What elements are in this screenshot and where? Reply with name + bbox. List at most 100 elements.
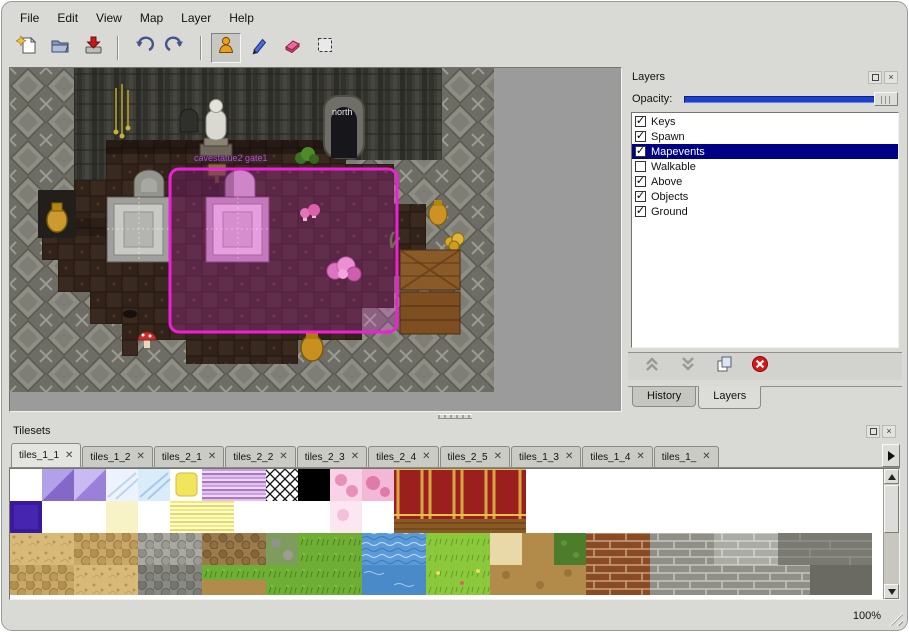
open-file-button[interactable] — [45, 33, 75, 63]
save-file-button[interactable] — [78, 33, 108, 63]
close-tab-icon[interactable]: ✕ — [136, 453, 144, 461]
undo-arrow-icon — [132, 34, 154, 61]
new-file-button[interactable] — [12, 33, 42, 63]
tileset-tab-label: tiles_2_1 — [162, 452, 202, 463]
layer-visibility-checkbox[interactable] — [635, 191, 646, 202]
menu-edit[interactable]: Edit — [49, 9, 86, 28]
opacity-slider-handle[interactable] — [874, 92, 898, 106]
layer-visibility-checkbox[interactable] — [635, 131, 646, 142]
tileset-tab[interactable]: tiles_1_1 ✕ — [11, 443, 81, 468]
tab-layers[interactable]: Layers — [698, 386, 761, 409]
close-tab-icon[interactable]: ✕ — [422, 453, 430, 461]
scrollbar-handle[interactable] — [884, 485, 899, 533]
layer-visibility-checkbox[interactable] — [635, 206, 646, 217]
select-tool-button[interactable] — [310, 33, 340, 63]
layer-row-objects[interactable]: Objects — [632, 189, 898, 204]
delete-layer-icon — [751, 355, 769, 378]
brush-tool-button[interactable] — [244, 33, 274, 63]
undo-button[interactable] — [128, 33, 158, 63]
menu-view[interactable]: View — [88, 9, 130, 28]
float-icon — [872, 74, 879, 81]
close-tab-icon[interactable]: ✕ — [351, 453, 359, 461]
npc-tool-button[interactable] — [211, 33, 241, 63]
layers-panel-titlebar: Layers × — [628, 68, 902, 86]
redo-button[interactable] — [161, 33, 191, 63]
layers-panel-title: Layers — [632, 71, 665, 83]
opacity-slider[interactable] — [684, 92, 898, 106]
tileset-canvas[interactable] — [10, 469, 872, 597]
arrow-down-icon — [888, 589, 896, 595]
layer-visibility-checkbox[interactable] — [635, 146, 646, 157]
layer-row-keys[interactable]: Keys — [632, 114, 898, 129]
map-canvas[interactable]: north cavestatue2 gate1 — [10, 68, 621, 411]
float-panel-button[interactable] — [868, 71, 882, 84]
save-icon — [82, 34, 104, 61]
arrow-up-icon — [888, 474, 896, 480]
horizontal-splitter[interactable] — [9, 412, 900, 421]
arrow-right-icon — [888, 451, 895, 461]
close-tab-icon[interactable]: ✕ — [636, 453, 644, 461]
toolbar-separator — [200, 36, 202, 60]
app-window: File Edit View Map Layer Help — [1, 1, 908, 631]
layer-row-ground[interactable]: Ground — [632, 204, 898, 219]
map-viewport[interactable]: north cavestatue2 gate1 — [9, 67, 622, 412]
layer-visibility-checkbox[interactable] — [635, 176, 646, 187]
eraser-tool-button[interactable] — [277, 33, 307, 63]
menu-layer[interactable]: Layer — [173, 9, 219, 28]
raise-layer-icon — [643, 355, 661, 378]
tileset-tab[interactable]: tiles_2_3 ✕ — [297, 446, 367, 467]
layer-row-mapevents[interactable]: Mapevents — [632, 144, 898, 159]
menu-help[interactable]: Help — [221, 9, 262, 28]
tileset-tab[interactable]: tiles_2_4 ✕ — [368, 446, 438, 467]
layer-list[interactable]: Keys Spawn Mapevents Walkable Above Obje… — [631, 112, 899, 348]
tileset-tab[interactable]: tiles_2_2 ✕ — [225, 446, 295, 467]
menu-map[interactable]: Map — [132, 9, 171, 28]
zoom-level: 100% — [853, 610, 881, 622]
layer-visibility-checkbox[interactable] — [635, 161, 646, 172]
raise-layer-button[interactable] — [642, 357, 662, 377]
close-tab-icon[interactable]: ✕ — [702, 453, 710, 461]
selection-rectangle[interactable] — [170, 169, 397, 332]
layers-panel: Layers × Opacity: Keys Spawn Mapeven — [628, 68, 902, 412]
status-bar: 100% — [6, 602, 903, 630]
layer-row-above[interactable]: Above — [632, 174, 898, 189]
scroll-up-button[interactable] — [884, 469, 899, 484]
tileset-tab[interactable]: tiles_1_4 ✕ — [582, 446, 652, 467]
close-tab-icon[interactable]: ✕ — [494, 453, 502, 461]
tileset-vertical-scrollbar[interactable] — [883, 469, 899, 599]
duplicate-layer-button[interactable] — [714, 357, 734, 377]
tab-scroll-right-button[interactable] — [882, 444, 900, 467]
close-panel-button[interactable]: × — [884, 71, 898, 84]
menu-file[interactable]: File — [12, 9, 47, 28]
tileset-tab[interactable]: tiles_2_5 ✕ — [440, 446, 510, 467]
delete-layer-button[interactable] — [750, 357, 770, 377]
menu-bar: File Edit View Map Layer Help — [12, 9, 897, 28]
tab-label: Layers — [713, 390, 746, 402]
scroll-down-button[interactable] — [884, 584, 899, 599]
layer-label: Above — [651, 176, 682, 188]
tileset-tab[interactable]: tiles_1_2 ✕ — [82, 446, 152, 467]
close-icon: × — [888, 72, 893, 82]
float-panel-button[interactable] — [866, 425, 880, 438]
layer-visibility-checkbox[interactable] — [635, 116, 646, 127]
layer-row-walkable[interactable]: Walkable — [632, 159, 898, 174]
tileset-tab[interactable]: tiles_1_ ✕ — [654, 446, 719, 467]
tileset-tab-label: tiles_2_5 — [448, 452, 488, 463]
close-tab-icon[interactable]: ✕ — [565, 453, 573, 461]
tileset-tab-label: tiles_2_3 — [305, 452, 345, 463]
float-icon — [870, 428, 877, 435]
tileset-tab[interactable]: tiles_2_1 ✕ — [154, 446, 224, 467]
opacity-label: Opacity: — [632, 93, 678, 105]
close-tab-icon[interactable]: ✕ — [208, 453, 216, 461]
tilesets-panel: Tilesets × tiles_1_1 ✕ tiles_1_2 ✕ tiles… — [9, 422, 900, 602]
layer-label: Keys — [651, 116, 675, 128]
layer-row-spawn[interactable]: Spawn — [632, 129, 898, 144]
close-tab-icon[interactable]: ✕ — [65, 452, 73, 460]
tab-history[interactable]: History — [632, 387, 696, 407]
tileset-content[interactable] — [9, 468, 900, 600]
close-panel-button[interactable]: × — [882, 425, 896, 438]
layer-label: Objects — [651, 191, 688, 203]
close-tab-icon[interactable]: ✕ — [279, 453, 287, 461]
tileset-tab[interactable]: tiles_1_3 ✕ — [511, 446, 581, 467]
lower-layer-button[interactable] — [678, 357, 698, 377]
